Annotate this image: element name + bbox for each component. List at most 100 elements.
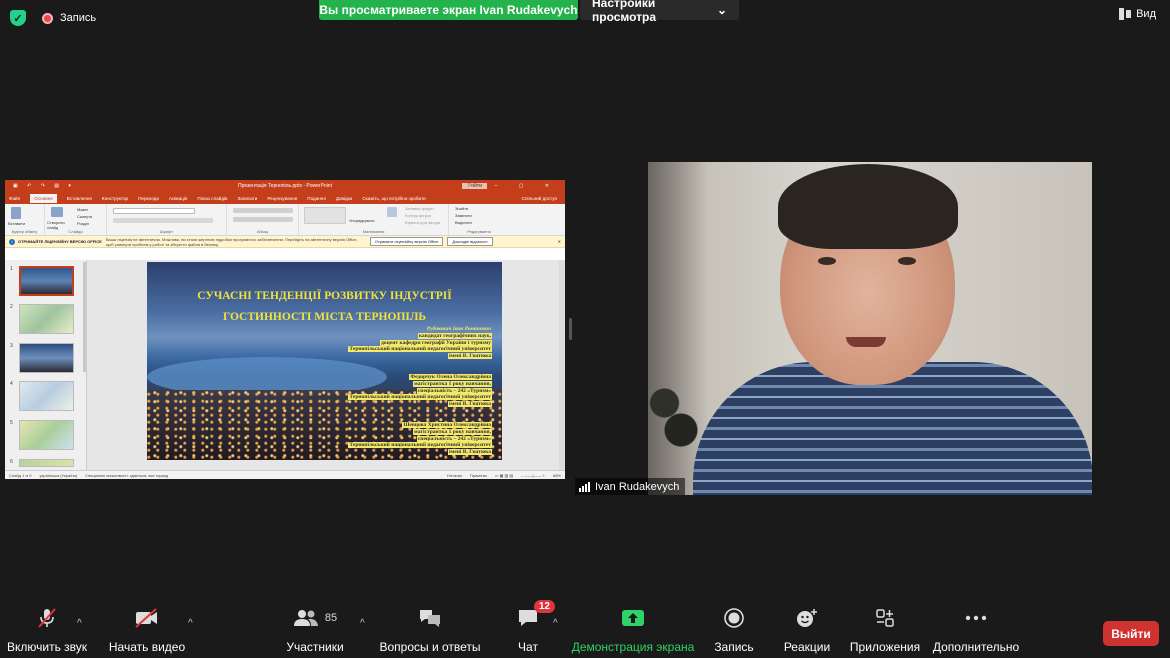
participants-button[interactable]: 85 Участники (284, 604, 346, 658)
share-button[interactable]: Спільний доступ (522, 196, 557, 201)
select-button[interactable]: Виділити (455, 220, 472, 225)
section-button[interactable]: Розділ (77, 221, 89, 226)
paste-icon[interactable] (11, 207, 21, 219)
ribbon-tab[interactable]: Рецензування (267, 196, 297, 201)
accessibility-status[interactable]: Спеціальні можливості: здається, все гар… (85, 473, 168, 478)
alignment-buttons[interactable] (233, 217, 293, 222)
view-settings-menu[interactable]: Настройки просмотра ⌄ (580, 0, 739, 24)
thumb-number: 6 (10, 459, 13, 465)
microphone-muted-icon (36, 604, 58, 632)
shape-outline-button[interactable]: Контур фігури (405, 213, 431, 218)
video-person-eye (818, 257, 836, 265)
arrange-button[interactable]: Упорядкувати (349, 218, 375, 223)
more-button[interactable]: Дополнительно (932, 604, 1020, 658)
close-icon[interactable]: ✕ (558, 239, 561, 244)
slide-title: СУЧАСНІ ТЕНДЕНЦІЇ РОЗВИТКУ ІНДУСТРІЇ ГОС… (147, 286, 502, 328)
window-controls[interactable]: ▭ – ▢ ✕ (468, 183, 559, 189)
ribbon-tab[interactable]: Показ слайдів (197, 196, 227, 201)
slide-scrollbar[interactable] (559, 260, 565, 470)
current-slide[interactable]: СУЧАСНІ ТЕНДЕНЦІЇ РОЗВИТКУ ІНДУСТРІЇ ГОС… (147, 262, 502, 460)
notes-button[interactable]: Нотатки (447, 473, 462, 478)
video-off-icon (134, 604, 160, 632)
qa-label: Вопросы и ответы (379, 640, 481, 654)
get-license-button[interactable]: Отримати ліцензійну версію Office (369, 237, 444, 246)
chevron-down-icon: ⌄ (716, 3, 727, 17)
thumbnails-scrollbar[interactable] (83, 262, 86, 372)
thumb-number: 5 (10, 420, 13, 426)
participants-count: 85 (324, 612, 338, 624)
participant-video[interactable] (648, 162, 1092, 495)
powerpoint-workspace: 1 2 3 4 5 6 СУЧАСНІ ТЕНДЕНЦІЇ РОЗВИТКУ І… (5, 260, 565, 470)
apps-icon (875, 604, 895, 632)
quick-styles-icon[interactable] (387, 207, 397, 217)
qa-icon (418, 604, 442, 632)
start-video-button[interactable]: Начать видео (108, 604, 186, 658)
ribbon-tab[interactable]: Вставлення (67, 196, 92, 201)
shared-screen[interactable]: ▣ ↶ ↷ ▤ ▾ Презентація Тернопіль.pptx - P… (5, 180, 565, 479)
participant-name: Ivan Rudakevych (595, 480, 680, 493)
replace-button[interactable]: Замінити (455, 213, 472, 218)
reactions-label: Реакции (783, 640, 831, 654)
paste-label: Вставити (8, 221, 26, 226)
record-dot-icon (42, 12, 53, 24)
view-button-label: Вид (1136, 8, 1156, 20)
learn-more-button[interactable]: Докладні відомості (447, 237, 493, 246)
slide-thumbnail[interactable] (19, 266, 74, 296)
font-name-box[interactable] (113, 208, 195, 214)
slide-thumbnail[interactable] (19, 420, 74, 450)
video-options-caret-icon[interactable]: ^ (188, 618, 193, 629)
security-shield-icon[interactable]: ✓ (10, 10, 26, 26)
ribbon-tab[interactable]: Записати (238, 196, 258, 201)
unmute-button[interactable]: Включить звук (7, 604, 87, 658)
share-screen-button[interactable]: Демонстрация экрана (572, 604, 694, 658)
new-slide-icon[interactable] (51, 207, 63, 217)
license-warning-bar: i ОТРИМАЙТЕ ЛІЦЕНЗІЙНУ ВЕРСІЮ OFFICE Ваш… (5, 236, 565, 248)
slide-thumbnail[interactable] (19, 459, 74, 467)
author-line: магістрантка 1 року навчання, (413, 380, 492, 387)
slide-thumbnail[interactable] (19, 381, 74, 411)
chat-options-caret-icon[interactable]: ^ (553, 618, 558, 629)
slide-thumbnails-pane[interactable]: 1 2 3 4 5 6 (5, 260, 87, 470)
reset-button[interactable]: Скинути (77, 214, 92, 219)
view-button[interactable]: Вид (1119, 8, 1156, 20)
zoom-level[interactable]: 68% (553, 473, 561, 478)
share-screen-icon (621, 604, 645, 632)
panel-splitter-handle[interactable] (569, 318, 572, 340)
reactions-button[interactable]: Реакции (783, 604, 831, 658)
ribbon-tab[interactable]: Довідка (336, 196, 353, 201)
chat-button[interactable]: 12 Чат (508, 600, 555, 658)
ribbon-group-paragraph: Абзац (227, 204, 299, 235)
ribbon-tab[interactable]: Переходи (138, 196, 159, 201)
language-indicator[interactable]: українська (Україна) (40, 473, 78, 478)
ribbon-group-slides: Створити слайд Макет Скинути Розділ Слай… (45, 204, 107, 235)
leave-meeting-button[interactable]: Выйти (1103, 621, 1159, 646)
tell-me-search[interactable]: Скажіть, що потрібно зробити (362, 196, 425, 201)
participants-options-caret-icon[interactable]: ^ (360, 618, 365, 629)
ribbon-tab[interactable]: Файл (9, 196, 20, 201)
apps-button[interactable]: Приложения (850, 604, 920, 658)
recording-indicator[interactable]: Запись (42, 12, 96, 24)
view-buttons[interactable]: ▭ ▦ ▥ ▤ (495, 473, 513, 478)
shapes-gallery[interactable] (304, 207, 346, 224)
font-format-buttons[interactable] (113, 218, 213, 223)
thumb-number: 1 (10, 266, 13, 272)
slide-thumbnail[interactable] (19, 343, 74, 373)
slide-thumbnail[interactable] (19, 304, 74, 334)
participants-label: Участники (286, 640, 344, 654)
audio-options-caret-icon[interactable]: ^ (77, 618, 82, 629)
ribbon-tab[interactable]: Подання (307, 196, 326, 201)
start-video-label: Начать видео (108, 640, 186, 654)
qa-button[interactable]: Вопросы и ответы (379, 604, 481, 658)
ribbon-tab[interactable]: Конструктор (102, 196, 128, 201)
paragraph-buttons[interactable] (233, 208, 293, 213)
shape-effects-button[interactable]: Ефекти для фігури (405, 220, 440, 225)
comments-button[interactable]: Примітки (470, 473, 487, 478)
layout-button[interactable]: Макет (77, 207, 88, 212)
record-button[interactable]: Запись (714, 604, 754, 658)
ribbon-tab-home[interactable]: Основне (30, 193, 57, 203)
shape-fill-button[interactable]: Заливка фігури (405, 206, 434, 211)
ribbon-tab[interactable]: Анімація (169, 196, 187, 201)
ribbon-group-clipboard: Вставити Буфер обміну (5, 204, 45, 235)
find-button[interactable]: Знайти (455, 206, 468, 211)
zoom-slider[interactable]: – ——|—— + (521, 473, 545, 478)
